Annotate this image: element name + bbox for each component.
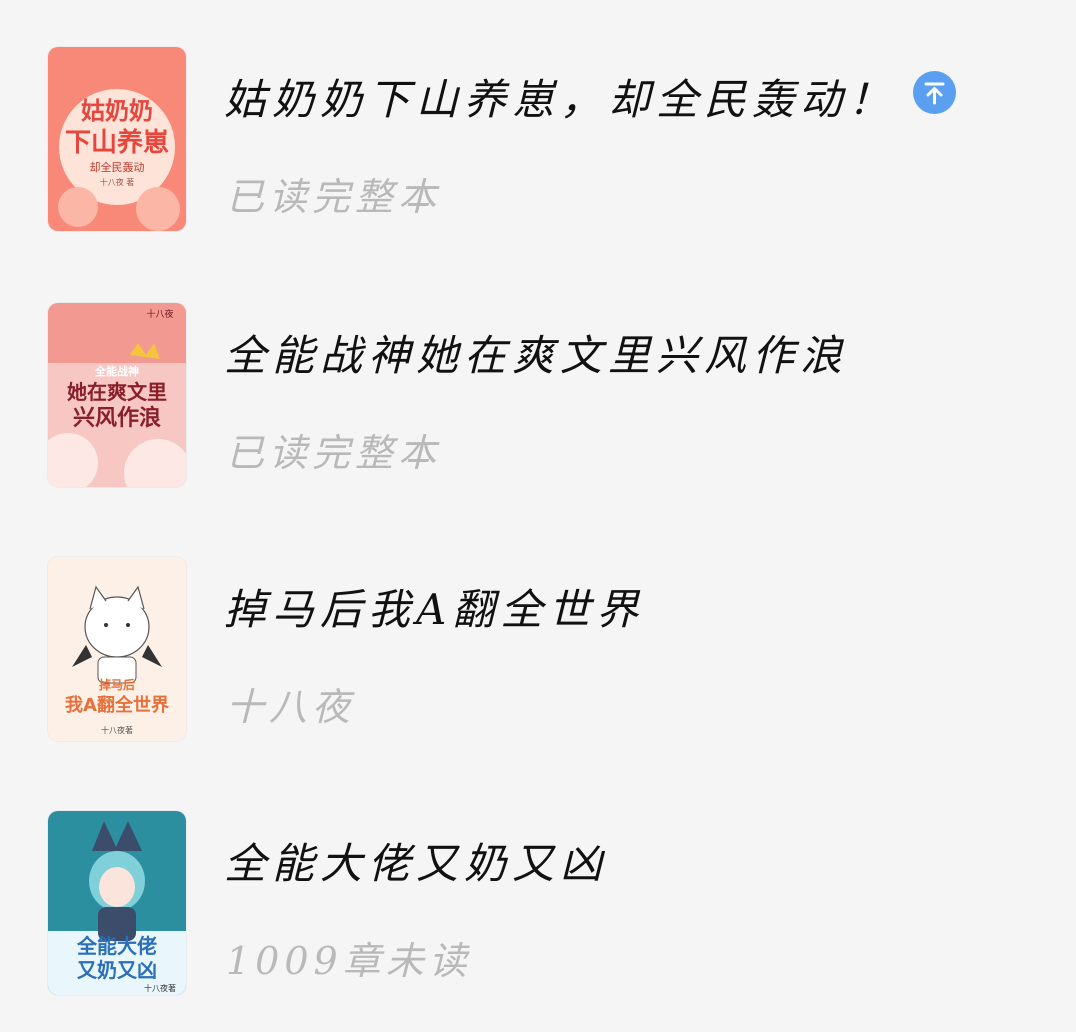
book-cover-image: 全能战神 她在爽文里 兴风作浪 十八夜 — [48, 303, 186, 487]
book-cover-image: 姑奶奶 下山养崽 却全民轰动 十八夜 著 — [48, 47, 186, 231]
book-title: 全能战神她在爽文里兴风作浪 — [224, 331, 849, 380]
book-status: 十八夜 — [226, 685, 356, 729]
svg-text:却全民轰动: 却全民轰动 — [90, 160, 145, 174]
svg-text:兴风作浪: 兴风作浪 — [73, 405, 161, 431]
svg-text:十八夜著: 十八夜著 — [101, 725, 133, 735]
svg-text:姑奶奶: 姑奶奶 — [81, 97, 153, 125]
book-item[interactable]: 姑奶奶 下山养崽 却全民轰动 十八夜 著 姑奶奶下山养崽，却全民轰动！ 已读完整… — [0, 40, 1076, 231]
book-status: 1009章未读 — [226, 939, 472, 983]
book-cover[interactable]: 掉马后 我A翻全世界 十八夜著 — [48, 557, 186, 741]
svg-text:十八夜: 十八夜 — [146, 308, 173, 320]
svg-text:掉马后: 掉马后 — [99, 677, 135, 692]
book-cover[interactable]: 全能战神 她在爽文里 兴风作浪 十八夜 — [48, 303, 186, 487]
svg-text:全能大佬: 全能大佬 — [76, 934, 157, 958]
book-cover-image: 全能大佬 又奶又凶 十八夜著 — [48, 811, 186, 995]
pin-top-icon — [924, 82, 945, 105]
book-item[interactable]: 掉马后 我A翻全世界 十八夜著 掉马后我A翻全世界 十八夜 — [0, 550, 1076, 741]
book-status: 已读完整本 — [226, 175, 442, 219]
svg-text:下山养崽: 下山养崽 — [65, 127, 169, 158]
book-title: 姑奶奶下山养崽，却全民轰动！ — [224, 75, 897, 124]
pin-top-button[interactable] — [913, 71, 956, 114]
book-item[interactable]: 全能战神 她在爽文里 兴风作浪 十八夜 全能战神她在爽文里兴风作浪 已读完整本 — [0, 296, 1076, 487]
svg-text:十八夜著: 十八夜著 — [144, 983, 176, 993]
svg-text:全能战神: 全能战神 — [94, 364, 139, 378]
svg-text:又奶又凶: 又奶又凶 — [77, 958, 157, 982]
book-status: 已读完整本 — [226, 431, 442, 475]
svg-text:我A翻全世界: 我A翻全世界 — [65, 694, 169, 716]
book-title: 全能大佬又奶又凶 — [224, 839, 609, 888]
svg-text:她在爽文里: 她在爽文里 — [67, 380, 167, 404]
book-cover[interactable]: 姑奶奶 下山养崽 却全民轰动 十八夜 著 — [48, 47, 186, 231]
book-cover-image: 掉马后 我A翻全世界 十八夜著 — [48, 557, 186, 741]
svg-text:十八夜 著: 十八夜 著 — [100, 177, 135, 187]
book-cover[interactable]: 全能大佬 又奶又凶 十八夜著 — [48, 811, 186, 995]
book-title: 掉马后我A翻全世界 — [224, 585, 645, 634]
book-item[interactable]: 全能大佬 又奶又凶 十八夜著 全能大佬又奶又凶 1009章未读 — [0, 804, 1076, 995]
